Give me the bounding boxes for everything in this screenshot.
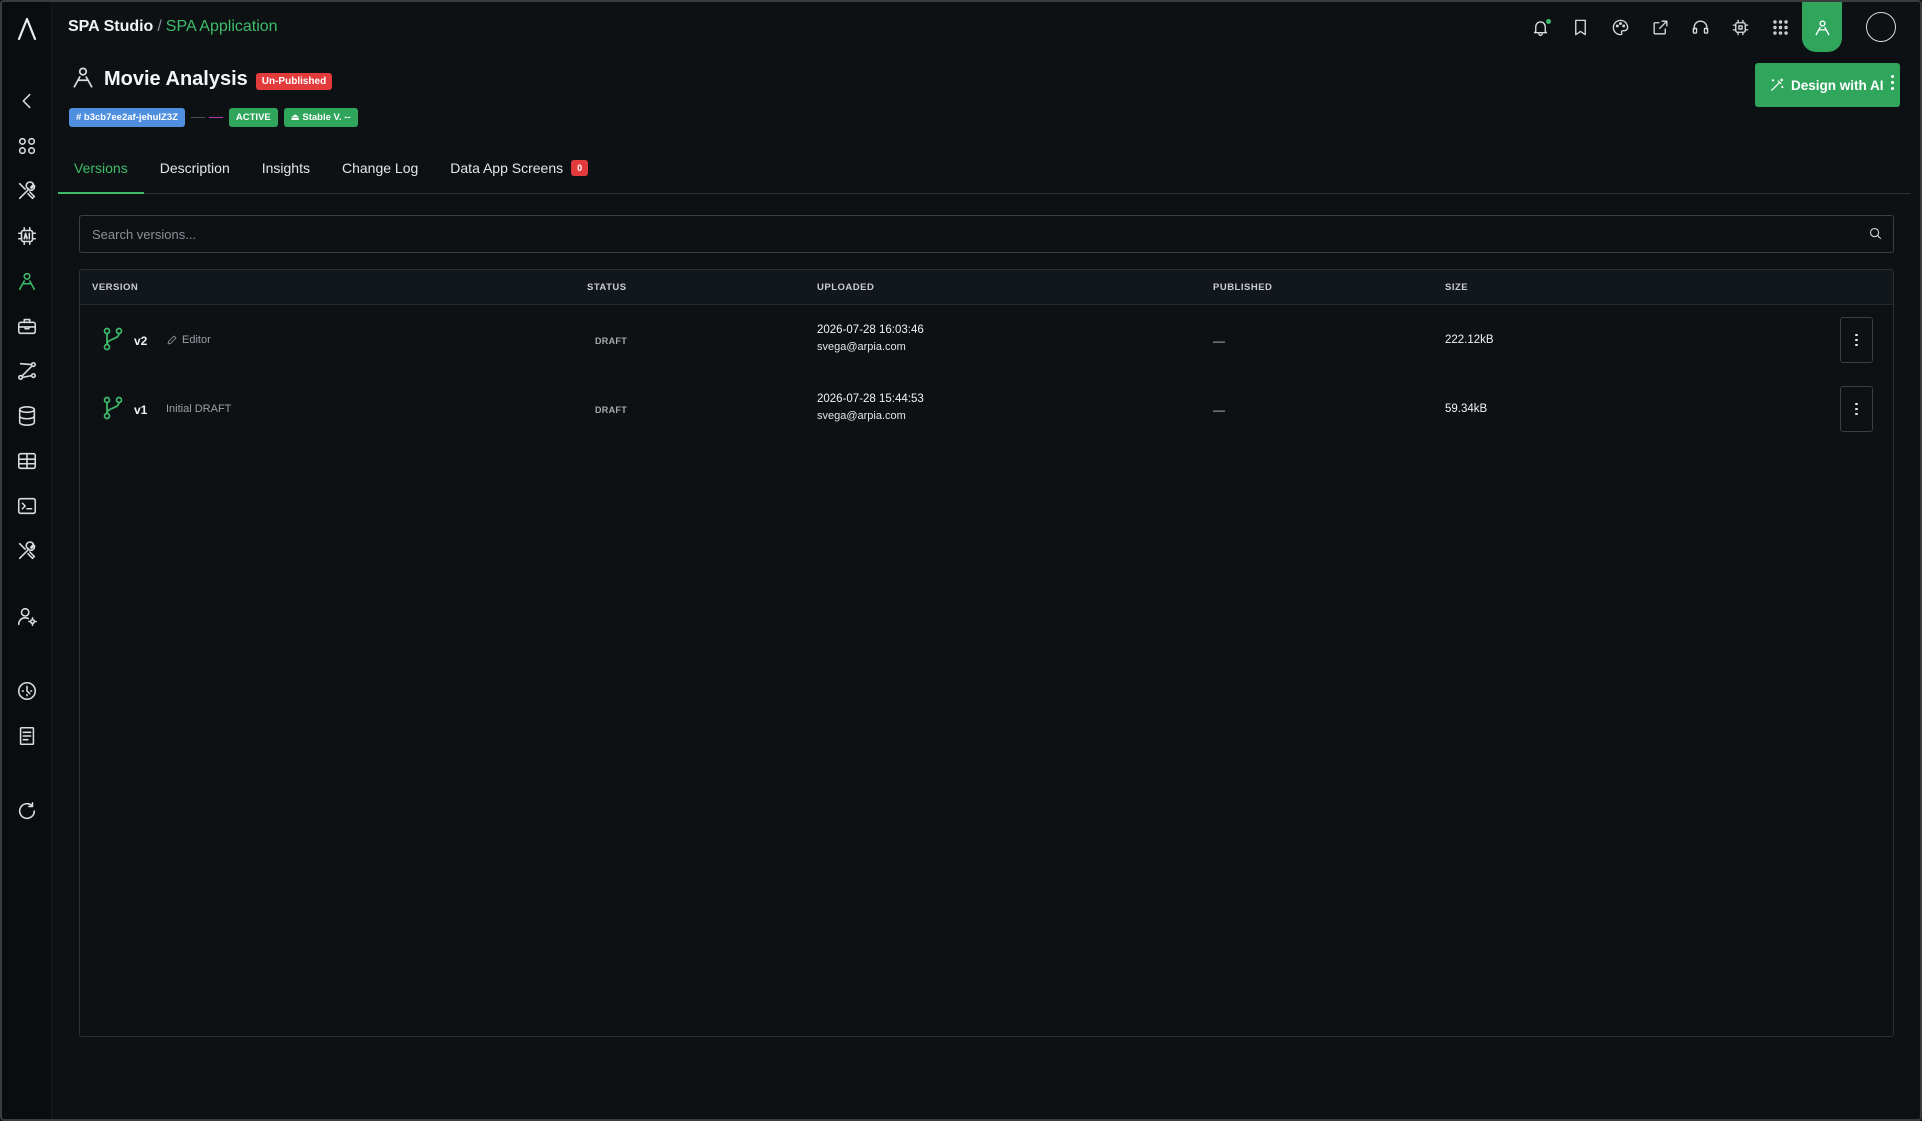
column-header-version[interactable]: VERSION xyxy=(92,282,138,293)
spa-designer-icon xyxy=(70,64,96,95)
breadcrumb-separator: / xyxy=(157,18,162,35)
published-value: — xyxy=(1213,403,1225,417)
user-settings-icon[interactable] xyxy=(14,603,40,629)
tab-change-log[interactable]: Change Log xyxy=(326,152,434,194)
build-tools-icon[interactable] xyxy=(14,538,40,564)
dashboard-gauge-icon[interactable] xyxy=(14,678,40,704)
size-value: 59.34kB xyxy=(1445,403,1488,415)
breadcrumb: SPA Studio / SPA Application xyxy=(68,18,278,36)
table-row[interactable]: v2 Editor DRAFT 2026-07-28 16:03:46 sveg… xyxy=(80,306,1893,375)
breadcrumb-studio[interactable]: SPA Studio xyxy=(68,18,153,35)
bell-icon[interactable] xyxy=(1520,2,1560,52)
avatar[interactable] xyxy=(1866,12,1896,42)
version-note-text: Editor xyxy=(182,334,211,346)
screens-count-badge: 0 xyxy=(571,160,589,176)
tab-description[interactable]: Description xyxy=(144,152,246,194)
branch-icon xyxy=(102,395,124,426)
sidebar xyxy=(2,2,52,1119)
publish-status-badge: Un-Published xyxy=(255,73,333,90)
page-title: Movie Analysis xyxy=(104,68,248,90)
table-icon[interactable] xyxy=(14,448,40,474)
app-hash-tag[interactable]: # b3cb7ee2af-jehuIZ3Z xyxy=(69,108,185,127)
table-row[interactable]: v1 Initial DRAFT DRAFT 2026-07-28 15:44:… xyxy=(80,375,1893,444)
uploaded-by: svega@arpia.com xyxy=(817,410,906,422)
tab-label: Description xyxy=(159,160,230,176)
tab-versions[interactable]: Versions xyxy=(58,152,144,194)
tab-insights[interactable]: Insights xyxy=(246,152,326,194)
logo-icon[interactable] xyxy=(14,16,40,42)
chip-icon[interactable] xyxy=(1720,2,1760,52)
tab-label: Insights xyxy=(261,160,310,176)
divider-dashes xyxy=(190,116,223,119)
tag-row: # b3cb7ee2af-jehuIZ3Z ACTIVE ⏏ Stable V.… xyxy=(69,108,358,127)
title-row: Movie Analysis Un-Published xyxy=(70,64,333,95)
uploaded-date: 2026-07-28 16:03:46 xyxy=(817,324,924,336)
design-with-ai-label: Design with AI xyxy=(1791,77,1884,93)
tab-label: Change Log xyxy=(341,160,419,176)
published-value: — xyxy=(1213,334,1225,348)
uploaded-by: svega@arpia.com xyxy=(817,341,906,353)
docs-icon[interactable] xyxy=(14,723,40,749)
stable-version-tag[interactable]: ⏏ Stable V. -- xyxy=(283,108,358,127)
tab-label: Data App Screens xyxy=(450,160,564,176)
magic-wand-icon xyxy=(1771,78,1784,91)
branch-icon xyxy=(102,326,124,357)
search-input[interactable] xyxy=(80,216,1893,252)
database-icon[interactable] xyxy=(14,403,40,429)
apps-grid-icon[interactable] xyxy=(1760,2,1800,52)
row-actions-button[interactable] xyxy=(1840,386,1873,432)
top-bar: SPA Studio / SPA Application xyxy=(52,2,1920,54)
design-with-ai-button[interactable]: Design with AI xyxy=(1755,63,1900,107)
pencil-icon xyxy=(167,335,177,345)
tab-bar: Versions Description Insights Change Log… xyxy=(58,152,1910,194)
terminal-icon[interactable] xyxy=(14,493,40,519)
bookmark-icon[interactable] xyxy=(1560,2,1600,52)
notification-dot xyxy=(1546,19,1551,24)
search-icon[interactable] xyxy=(1868,226,1883,246)
versions-table: VERSION STATUS UPLOADED PUBLISHED SIZE v… xyxy=(79,269,1894,1037)
back-icon[interactable] xyxy=(14,88,40,114)
header-actions xyxy=(1520,2,1896,52)
status-badge: DRAFT xyxy=(595,336,627,346)
size-value: 222.12kB xyxy=(1445,334,1494,346)
version-note: Editor xyxy=(166,334,211,346)
version-note-text: Initial DRAFT xyxy=(166,403,232,415)
breadcrumb-app[interactable]: SPA Application xyxy=(166,18,278,35)
status-badge: DRAFT xyxy=(595,405,627,415)
version-label: v1 xyxy=(134,403,148,417)
toolbox-icon[interactable] xyxy=(14,313,40,339)
palette-icon[interactable] xyxy=(1600,2,1640,52)
share-icon[interactable] xyxy=(1640,2,1680,52)
spa-designer-icon[interactable] xyxy=(14,268,40,294)
designer-icon[interactable] xyxy=(1802,2,1842,52)
version-label: v2 xyxy=(134,334,148,348)
dashboard-icon[interactable] xyxy=(14,133,40,159)
uploaded-cell: 2026-07-28 16:03:46 svega@arpia.com xyxy=(817,324,924,353)
column-header-uploaded[interactable]: UPLOADED xyxy=(817,282,874,293)
kebab-menu-icon[interactable] xyxy=(1891,75,1894,90)
uploaded-cell: 2026-07-28 15:44:53 svega@arpia.com xyxy=(817,393,924,422)
ai-chip-icon[interactable] xyxy=(14,223,40,249)
active-status-tag: ACTIVE xyxy=(228,108,278,127)
row-actions-button[interactable] xyxy=(1840,317,1873,363)
tab-label: Versions xyxy=(74,160,128,176)
app-window: SPA Studio / SPA Application Movie Analy… xyxy=(0,0,1922,1121)
column-header-status[interactable]: STATUS xyxy=(587,282,627,293)
search-box xyxy=(79,215,1894,253)
column-header-published[interactable]: PUBLISHED xyxy=(1213,282,1272,293)
column-header-size[interactable]: SIZE xyxy=(1445,282,1468,293)
headset-icon[interactable] xyxy=(1680,2,1720,52)
workflow-icon[interactable] xyxy=(14,358,40,384)
refresh-icon[interactable] xyxy=(14,798,40,824)
uploaded-date: 2026-07-28 15:44:53 xyxy=(817,393,924,405)
table-header: VERSION STATUS UPLOADED PUBLISHED SIZE xyxy=(80,270,1893,305)
tools-icon[interactable] xyxy=(14,178,40,204)
tab-data-app-screens[interactable]: Data App Screens 0 xyxy=(434,152,604,194)
